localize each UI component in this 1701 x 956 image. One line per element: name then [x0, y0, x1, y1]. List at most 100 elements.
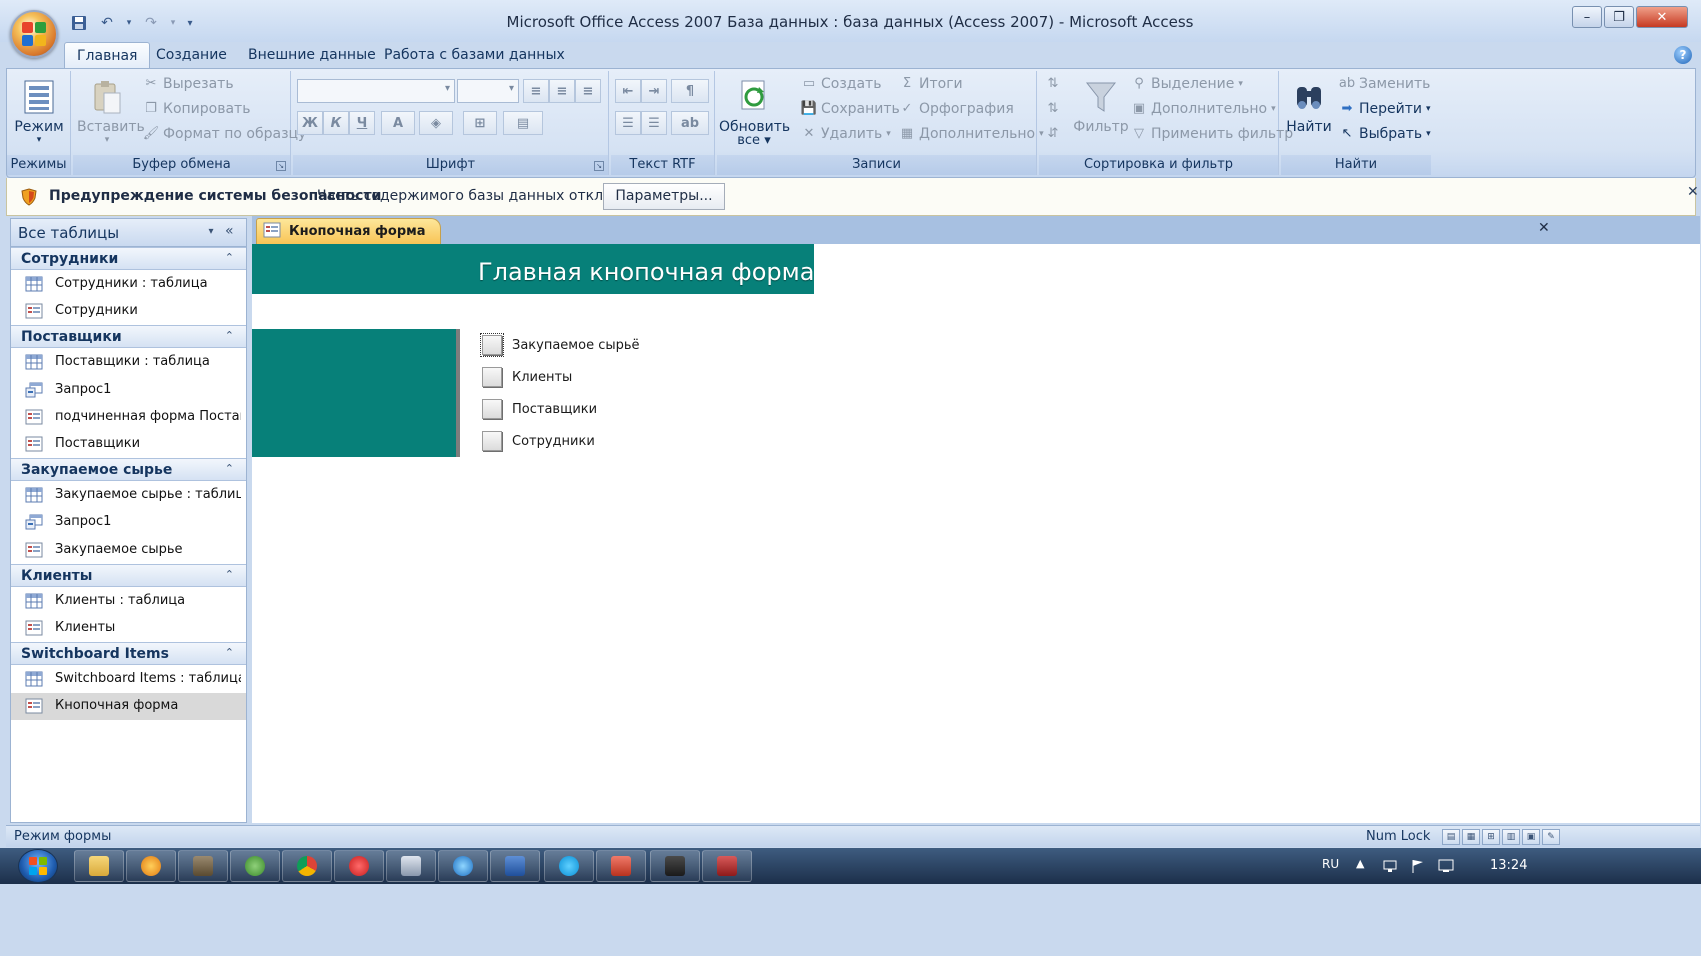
nav-item-query[interactable]: Запрос1 [11, 509, 246, 536]
paste-button[interactable]: Вставить ▾ [77, 75, 145, 153]
gridlines-icon[interactable]: ⊞ [463, 111, 497, 135]
taskbar-app-12[interactable] [650, 850, 700, 882]
nav-pane-header[interactable]: Все таблицы ▾ « [11, 219, 246, 247]
collapse-group-icon[interactable]: ⌃ [225, 568, 234, 581]
nav-group-header[interactable]: Клиенты ⌃ [11, 563, 246, 587]
nav-item-form[interactable]: Кнопочная форма [11, 693, 246, 721]
switchboard-button[interactable] [482, 431, 502, 451]
redo-dropdown-icon[interactable]: ▾ [168, 13, 178, 33]
numbered-list-icon[interactable]: ☰ [615, 111, 641, 135]
taskbar-media-player[interactable] [126, 850, 176, 882]
selection-button[interactable]: ⚲ Выделение ▾ [1131, 73, 1243, 95]
refresh-all-button[interactable]: Обновить все ▾ [719, 75, 790, 153]
tab-home[interactable]: Главная [64, 42, 151, 68]
font-launcher-icon[interactable]: ↘ [594, 161, 604, 171]
taskbar-app-11[interactable] [596, 850, 646, 882]
tray-language[interactable]: RU [1322, 857, 1339, 871]
decrease-indent-icon[interactable]: ⇤ [615, 79, 641, 103]
italic-button[interactable]: К [323, 111, 349, 135]
switchboard-button[interactable] [482, 399, 502, 419]
document-tab-switchboard[interactable]: Кнопочная форма [256, 218, 441, 244]
format-painter-button[interactable]: 🖌 Формат по образцу [143, 123, 307, 145]
security-options-button[interactable]: Параметры... [603, 183, 725, 210]
tab-database-tools[interactable]: Работа с базами данных [372, 42, 577, 68]
nav-item-table[interactable]: Сотрудники : таблица [11, 271, 246, 298]
pivot-table-view-icon[interactable]: ⊞ [1482, 829, 1500, 845]
increase-indent-icon[interactable]: ⇥ [641, 79, 667, 103]
design-view-icon[interactable]: ✎ [1542, 829, 1560, 845]
close-window-button[interactable]: ✕ [1636, 6, 1688, 28]
alternate-fill-icon[interactable]: ▤ [503, 111, 543, 135]
nav-group-header[interactable]: Сотрудники ⌃ [11, 247, 246, 270]
clipboard-launcher-icon[interactable]: ↘ [276, 161, 286, 171]
collapse-group-icon[interactable]: ⌃ [225, 251, 234, 264]
datasheet-view-icon[interactable]: ▦ [1462, 829, 1480, 845]
start-button[interactable] [18, 849, 58, 883]
minimize-button[interactable]: – [1572, 6, 1602, 28]
copy-button[interactable]: ❐ Копировать [143, 98, 250, 120]
font-color-button[interactable]: A [381, 111, 415, 135]
nav-item-table[interactable]: Закупаемое сырье : таблица [11, 482, 246, 509]
font-size-combo[interactable] [457, 79, 519, 103]
save-record-button[interactable]: 💾 Сохранить [801, 98, 900, 120]
nav-item-table[interactable]: Switchboard Items : таблица [11, 666, 246, 693]
mode-button[interactable]: Режим ▾ [11, 75, 67, 153]
taskbar-app-3[interactable] [178, 850, 228, 882]
action-center-flag-icon[interactable] [1410, 858, 1426, 874]
office-button[interactable] [10, 10, 58, 58]
taskbar-app-4[interactable] [230, 850, 280, 882]
font-name-combo[interactable] [297, 79, 455, 103]
form-view-switch-icon[interactable]: ▤ [1442, 829, 1460, 845]
sort-descending-icon[interactable]: ⇅ [1045, 98, 1061, 120]
delete-record-button[interactable]: ✕ Удалить ▾ [801, 123, 891, 145]
customize-qat-icon[interactable]: ▾ [184, 13, 196, 33]
filter-button[interactable]: Фильтр [1073, 75, 1129, 153]
nav-collapse-icon[interactable]: « [225, 223, 234, 239]
apply-filter-button[interactable]: ▽ Применить фильтр [1131, 123, 1293, 145]
clear-sort-icon[interactable]: ⇵ [1045, 123, 1061, 145]
underline-button[interactable]: Ч [349, 111, 375, 135]
close-message-bar-icon[interactable]: ✕ [1687, 184, 1699, 200]
sort-ascending-icon[interactable]: ⇅ [1045, 73, 1061, 95]
cut-button[interactable]: ✂ Вырезать [143, 73, 234, 95]
nav-item-table[interactable]: Поставщики : таблица [11, 349, 246, 376]
nav-group-header[interactable]: Закупаемое сырье ⌃ [11, 458, 246, 482]
tray-expand-icon[interactable]: ▲ [1356, 857, 1364, 870]
tab-create[interactable]: Создание [144, 42, 239, 68]
tab-external-data[interactable]: Внешние данные [236, 42, 388, 68]
pivot-chart-view-icon[interactable]: ▥ [1502, 829, 1520, 845]
totals-button[interactable]: Σ Итоги [899, 73, 963, 95]
collapse-group-icon[interactable]: ⌃ [225, 646, 234, 659]
taskbar-word[interactable] [490, 850, 540, 882]
nav-item-form[interactable]: Поставщики [11, 431, 246, 458]
nav-item-form[interactable]: Закупаемое сырье [11, 537, 246, 564]
taskbar-chrome[interactable] [282, 850, 332, 882]
align-center-icon[interactable]: ≡ [549, 79, 575, 103]
layout-view-icon[interactable]: ▣ [1522, 829, 1540, 845]
undo-icon[interactable]: ↶ [96, 13, 118, 33]
new-record-button[interactable]: ▭ Создать [801, 73, 882, 95]
spelling-button[interactable]: ✓ Орфография [899, 98, 1014, 120]
fill-color-icon[interactable]: ◈ [419, 111, 453, 135]
restore-button[interactable]: ❐ [1604, 6, 1634, 28]
nav-item-form[interactable]: подчиненная форма Постав... [11, 404, 246, 431]
save-icon[interactable] [68, 13, 90, 33]
help-icon[interactable]: ? [1674, 46, 1692, 64]
advanced-filter-button[interactable]: ▣ Дополнительно ▾ [1131, 98, 1276, 120]
switchboard-button[interactable] [482, 367, 502, 387]
align-right-icon[interactable]: ≡ [575, 79, 601, 103]
select-button[interactable]: ↖ Выбрать ▾ [1339, 123, 1431, 145]
records-more-button[interactable]: ▦ Дополнительно ▾ [899, 123, 1044, 145]
taskbar-access[interactable] [702, 850, 752, 882]
nav-item-form[interactable]: Сотрудники [11, 298, 246, 325]
align-left-icon[interactable]: ≡ [523, 79, 549, 103]
nav-item-table[interactable]: Клиенты : таблица [11, 588, 246, 615]
nav-dropdown-icon[interactable]: ▾ [203, 224, 219, 240]
goto-button[interactable]: ➡ Перейти ▾ [1339, 98, 1431, 120]
find-button[interactable]: Найти [1283, 75, 1335, 153]
taskbar-yandex[interactable] [334, 850, 384, 882]
taskbar-skype[interactable] [544, 850, 594, 882]
taskbar-audio[interactable] [386, 850, 436, 882]
paragraph-direction-icon[interactable]: ¶ [671, 79, 709, 103]
bold-button[interactable]: Ж [297, 111, 323, 135]
